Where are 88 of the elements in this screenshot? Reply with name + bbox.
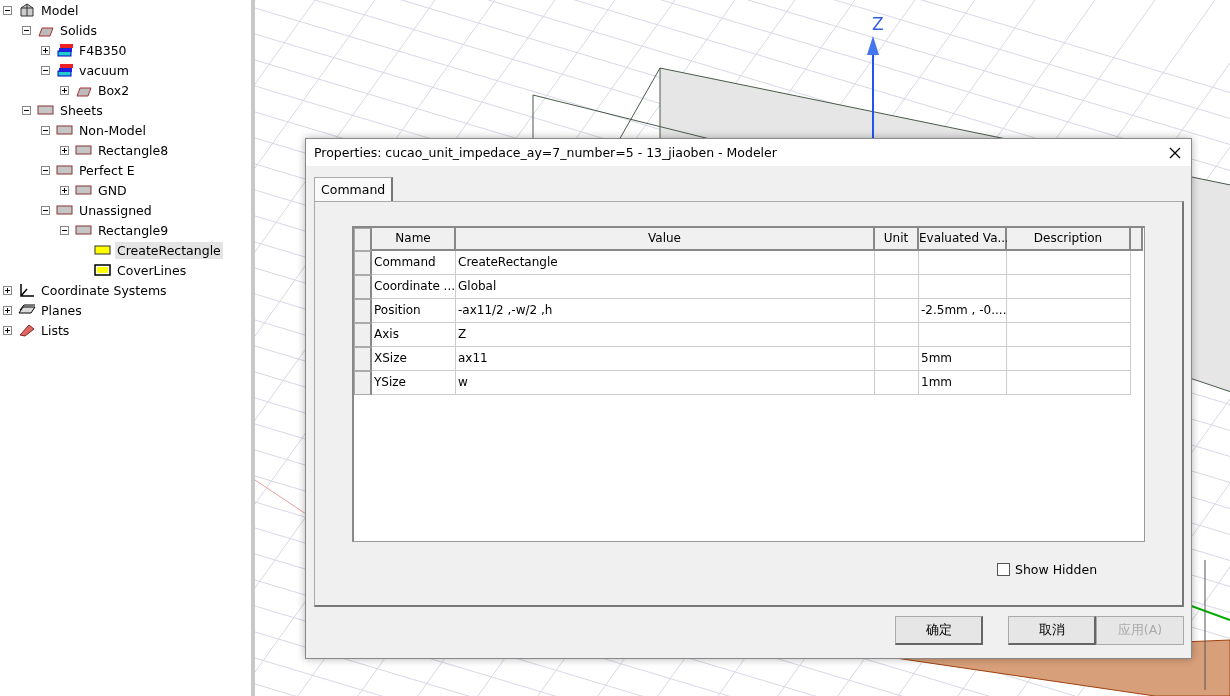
tree-item[interactable]: Unassigned xyxy=(77,201,154,219)
table-cell xyxy=(875,299,919,323)
tree-item[interactable]: CreateRectangle xyxy=(115,241,223,259)
collapse-toggle[interactable] xyxy=(41,65,50,75)
rectangle-icon xyxy=(94,243,112,257)
collapse-toggle[interactable] xyxy=(22,105,31,115)
table-cell: 1mm xyxy=(919,371,1007,395)
collapse-toggle[interactable] xyxy=(41,125,50,135)
collapse-toggle[interactable] xyxy=(60,225,69,235)
row-header[interactable] xyxy=(354,251,372,275)
expand-toggle[interactable] xyxy=(60,85,69,95)
dialog-button[interactable]: 确定 xyxy=(895,616,983,645)
tree-item[interactable]: Rectangle9 xyxy=(96,221,171,239)
table-cell xyxy=(875,323,919,347)
dialog-title: Properties: cucao_unit_impedace_ay=7_number=5 - 13_jiaoben - Modeler xyxy=(314,145,777,160)
collapse-toggle[interactable] xyxy=(22,25,31,35)
dialog-button[interactable]: 取消 xyxy=(1008,616,1096,645)
tree-item[interactable]: Non-Model xyxy=(77,121,148,139)
tree-item[interactable]: CoverLines xyxy=(115,261,189,279)
table-cell: CreateRectangle xyxy=(456,251,875,275)
table-cell: Z xyxy=(456,323,875,347)
collapse-toggle[interactable] xyxy=(41,205,50,215)
table-cell xyxy=(875,371,919,395)
rectangle-icon xyxy=(56,203,74,217)
table-cell: Position xyxy=(372,299,456,323)
table-cell: w xyxy=(456,371,875,395)
table-cell: Global xyxy=(456,275,875,299)
expand-toggle[interactable] xyxy=(3,305,12,315)
expand-toggle[interactable] xyxy=(60,145,69,155)
checkbox[interactable] xyxy=(997,563,1010,576)
tree-item[interactable]: Lists xyxy=(39,321,72,339)
close-icon[interactable] xyxy=(1169,146,1181,159)
column-header[interactable]: Evaluated Va... xyxy=(919,228,1007,251)
tree-item[interactable]: Perfect E xyxy=(77,161,137,179)
tab[interactable]: Command xyxy=(314,177,394,201)
table-cell: -2.5mm , -0.... xyxy=(919,299,1007,323)
row-header[interactable] xyxy=(354,347,372,371)
row-header[interactable] xyxy=(354,323,372,347)
table-cell: Command xyxy=(372,251,456,275)
collapse-toggle[interactable] xyxy=(3,5,12,15)
row-header[interactable] xyxy=(354,371,372,395)
expand-toggle[interactable] xyxy=(41,45,50,55)
tree-item[interactable]: Coordinate Systems xyxy=(39,281,169,299)
layers-icon xyxy=(56,43,74,57)
table-cell: Axis xyxy=(372,323,456,347)
expand-toggle[interactable] xyxy=(60,185,69,195)
rectangle-icon xyxy=(37,103,55,117)
row-header[interactable] xyxy=(354,299,372,323)
expand-toggle[interactable] xyxy=(3,285,12,295)
table-cell: ax11 xyxy=(456,347,875,371)
layers-icon xyxy=(56,63,74,77)
table-cell xyxy=(875,347,919,371)
column-header[interactable]: Description xyxy=(1007,228,1131,251)
collapse-toggle[interactable] xyxy=(41,165,50,175)
row-header[interactable] xyxy=(354,275,372,299)
tree-item[interactable]: Box2 xyxy=(96,81,132,99)
tree-item[interactable]: Planes xyxy=(39,301,84,319)
expand-toggle[interactable] xyxy=(3,325,12,335)
column-header[interactable]: Value xyxy=(456,228,875,251)
tree-item[interactable]: Sheets xyxy=(58,101,105,119)
table-cell xyxy=(875,251,919,275)
tree-item[interactable]: Rectangle8 xyxy=(96,141,171,159)
rectangle-icon xyxy=(75,223,93,237)
tree-item[interactable]: GND xyxy=(96,181,129,199)
table-cell xyxy=(875,275,919,299)
table-cell: Coordinate ... xyxy=(372,275,456,299)
axis-label: Z xyxy=(872,14,884,34)
tree-item[interactable]: vacuum xyxy=(77,61,131,79)
tree-item[interactable]: Solids xyxy=(58,21,99,39)
checkbox-label: Show Hidden xyxy=(1015,562,1098,577)
column-header[interactable]: Name xyxy=(372,228,456,251)
rectangle-icon xyxy=(75,143,93,157)
rectangle-icon xyxy=(94,263,112,277)
tree-item[interactable]: F4B350 xyxy=(77,41,129,59)
rectangle-icon xyxy=(75,183,93,197)
tree-item[interactable]: Model xyxy=(39,1,81,19)
column-header[interactable]: Unit xyxy=(875,228,919,251)
row-header[interactable] xyxy=(354,228,372,251)
rectangle-icon xyxy=(56,123,74,137)
table-cell: -ax11/2 ,-w/2 ,h xyxy=(456,299,875,323)
axes-icon xyxy=(18,283,36,297)
table-cell: 5mm xyxy=(919,347,1007,371)
model-icon xyxy=(18,3,36,17)
table-cell: XSize xyxy=(372,347,456,371)
rectangle-icon xyxy=(56,163,74,177)
planes-icon xyxy=(18,303,36,317)
lists-icon xyxy=(18,323,36,337)
table-cell: YSize xyxy=(372,371,456,395)
